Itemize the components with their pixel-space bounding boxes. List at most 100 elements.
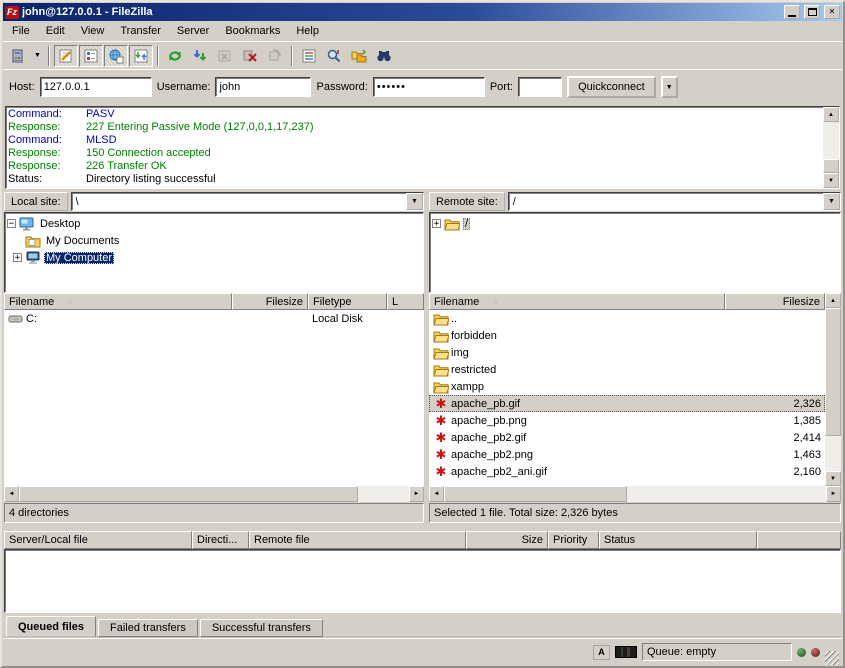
column-last-modified[interactable]: L	[387, 293, 424, 310]
scroll-thumb[interactable]	[19, 486, 358, 502]
scroll-left-button[interactable]: ◄	[4, 486, 19, 502]
local-horizontal-scrollbar[interactable]: ◄ ►	[4, 486, 424, 502]
remote-vertical-scrollbar[interactable]: ▲ ▼	[825, 293, 841, 486]
port-input[interactable]	[518, 77, 562, 97]
minimize-button[interactable]	[784, 5, 800, 19]
log-line: Command:MLSD	[8, 134, 823, 147]
tree-item-my-computer[interactable]: + My Computer	[7, 249, 423, 266]
local-site-combobox[interactable]: \ ▼	[71, 192, 424, 211]
column-status[interactable]: Status	[599, 531, 757, 549]
menu-edit[interactable]: Edit	[38, 22, 73, 40]
column-server-local-file[interactable]: Server/Local file	[4, 531, 192, 549]
collapse-expander[interactable]: −	[7, 219, 16, 228]
queue-list[interactable]	[4, 549, 841, 613]
disconnect-button[interactable]	[238, 45, 262, 67]
quickconnect-dropdown-button[interactable]: ▼	[661, 76, 678, 98]
file-name: img	[451, 347, 469, 359]
scroll-up-button[interactable]: ▲	[825, 293, 841, 308]
menu-help[interactable]: Help	[288, 22, 327, 40]
directory-comparison-button[interactable]	[347, 45, 371, 67]
site-manager-dropdown-button[interactable]: ▼	[31, 45, 44, 67]
menu-bookmarks[interactable]: Bookmarks	[217, 22, 288, 40]
process-queue-button[interactable]	[188, 45, 212, 67]
menu-file[interactable]: File	[4, 22, 38, 40]
horizontal-splitter[interactable]	[3, 523, 842, 531]
column-filename[interactable]: Filename▵	[4, 293, 232, 310]
scroll-down-button[interactable]: ▼	[825, 471, 841, 486]
file-row[interactable]: forbidden	[429, 327, 825, 344]
menu-view[interactable]: View	[73, 22, 113, 40]
column-filesize[interactable]: Filesize	[725, 293, 825, 310]
tree-item-desktop[interactable]: − Desktop	[7, 215, 423, 232]
file-row[interactable]: ✱apache_pb2.gif 2,414	[429, 429, 825, 446]
scroll-thumb[interactable]	[823, 159, 839, 173]
titlebar[interactable]: Fz john@127.0.0.1 - FileZilla ✕	[3, 3, 842, 21]
status-badge-icon[interactable]	[615, 646, 637, 658]
local-disk-icon	[8, 313, 24, 325]
file-row-c-drive[interactable]: C: Local Disk	[4, 310, 424, 327]
cancel-button[interactable]	[213, 45, 237, 67]
scroll-right-button[interactable]: ►	[826, 486, 841, 502]
column-filesize[interactable]: Filesize	[232, 293, 308, 310]
remote-horizontal-scrollbar[interactable]: ◄ ►	[429, 486, 841, 502]
site-manager-button[interactable]	[6, 45, 30, 67]
synchronized-browsing-button[interactable]	[372, 45, 396, 67]
queue-status: Queue: empty	[642, 643, 792, 661]
column-filetype[interactable]: Filetype	[308, 293, 387, 310]
resize-grip[interactable]	[825, 651, 839, 665]
caret-down-icon: ▼	[34, 52, 41, 59]
scroll-right-button[interactable]: ►	[409, 486, 424, 502]
disconnect-icon	[242, 48, 258, 64]
local-site-dropdown-button[interactable]: ▼	[406, 193, 423, 210]
password-input[interactable]	[373, 77, 485, 97]
file-row[interactable]: ..	[429, 310, 825, 327]
menu-transfer[interactable]: Transfer	[112, 22, 169, 40]
file-size	[725, 378, 825, 395]
username-input[interactable]	[215, 77, 311, 97]
toggle-local-tree-button[interactable]	[79, 45, 103, 67]
reconnect-button[interactable]	[263, 45, 287, 67]
scroll-thumb[interactable]	[825, 308, 841, 436]
menu-server[interactable]: Server	[169, 22, 217, 40]
toggle-message-log-button[interactable]	[54, 45, 78, 67]
maximize-button[interactable]	[804, 5, 820, 19]
column-remote-file[interactable]: Remote file	[249, 531, 466, 549]
refresh-button[interactable]	[163, 45, 187, 67]
file-row[interactable]: ✱apache_pb.png 1,385	[429, 412, 825, 429]
remote-site-combobox[interactable]: / ▼	[508, 192, 841, 211]
file-row[interactable]: img	[429, 344, 825, 361]
tab-queued-files[interactable]: Queued files	[6, 616, 96, 637]
tab-successful-transfers[interactable]: Successful transfers	[200, 619, 323, 637]
file-row[interactable]: xampp	[429, 378, 825, 395]
quickconnect-button[interactable]: Quickconnect	[567, 76, 656, 98]
status-bar: A Queue: empty	[3, 638, 842, 665]
file-search-button[interactable]	[322, 45, 346, 67]
tree-item-my-documents[interactable]: My Documents	[7, 232, 423, 249]
expand-expander[interactable]: +	[13, 253, 22, 262]
file-row[interactable]: ✱apache_pb2_ani.gif 2,160	[429, 463, 825, 480]
file-row[interactable]: restricted	[429, 361, 825, 378]
close-button[interactable]: ✕	[824, 5, 840, 19]
expand-expander[interactable]: +	[432, 219, 441, 228]
scroll-thumb[interactable]	[444, 486, 627, 502]
scroll-down-button[interactable]: ▼	[823, 173, 839, 188]
tab-failed-transfers[interactable]: Failed transfers	[98, 619, 198, 637]
scroll-left-button[interactable]: ◄	[429, 486, 444, 502]
column-size[interactable]: Size	[466, 531, 548, 549]
scroll-up-button[interactable]: ▲	[823, 107, 839, 122]
directory-listing-filter-button[interactable]	[297, 45, 321, 67]
transfer-type-icon[interactable]: A	[593, 645, 610, 660]
toggle-transfer-queue-button[interactable]	[129, 45, 153, 67]
tree-item-root[interactable]: + /	[432, 215, 840, 232]
column-filename[interactable]: Filename▵	[429, 293, 725, 310]
remote-tree-icon	[108, 48, 124, 64]
host-input[interactable]	[40, 77, 152, 97]
file-row-selected[interactable]: ✱apache_pb.gif 2,326	[429, 395, 825, 412]
toggle-remote-tree-button[interactable]	[104, 45, 128, 67]
remote-site-dropdown-button[interactable]: ▼	[823, 193, 840, 210]
file-row[interactable]: ✱apache_pb2.png 1,463	[429, 446, 825, 463]
apache-feather-icon: ✱	[433, 414, 449, 427]
log-scrollbar[interactable]: ▲ ▼	[823, 107, 839, 188]
column-priority[interactable]: Priority	[548, 531, 599, 549]
column-direction[interactable]: Directi...	[192, 531, 249, 549]
